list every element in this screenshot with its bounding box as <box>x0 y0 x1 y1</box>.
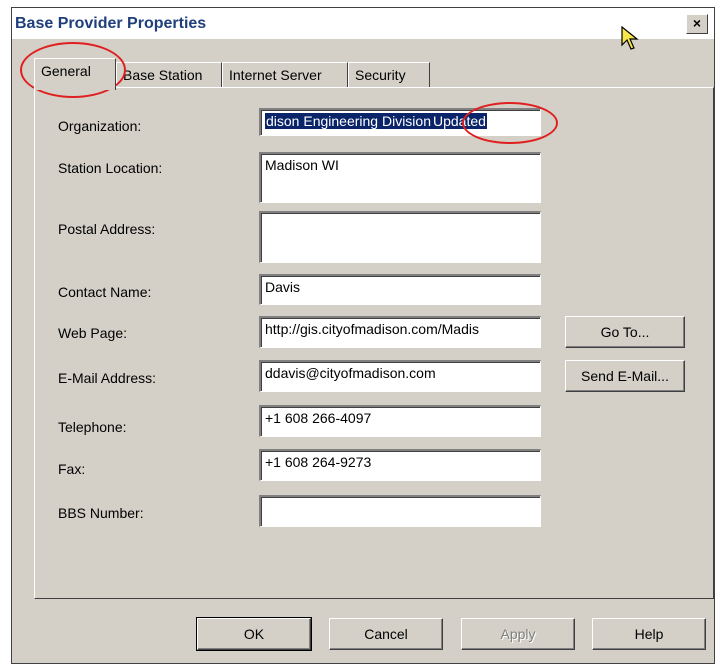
station-location-field[interactable]: Madison WI <box>259 152 541 203</box>
apply-button[interactable]: Apply <box>461 618 575 650</box>
fax-label: Fax: <box>58 461 86 477</box>
email-field[interactable]: ddavis@cityofmadison.com <box>259 360 541 392</box>
bbs-number-field[interactable] <box>259 495 541 527</box>
send-email-button[interactable]: Send E-Mail... <box>565 360 685 392</box>
station-location-label: Station Location: <box>58 160 163 176</box>
mouse-cursor-icon <box>621 26 639 50</box>
contact-name-field[interactable]: Davis <box>259 274 541 305</box>
web-page-label: Web Page: <box>58 325 128 341</box>
telephone-label: Telephone: <box>58 419 127 435</box>
organization-selected-text: Updated <box>432 113 487 129</box>
organization-value-text: dison Engineering Division <box>265 113 432 129</box>
tab-base-station[interactable]: Base Station <box>116 62 222 88</box>
close-button[interactable]: × <box>686 14 708 34</box>
organization-label: Organization: <box>58 118 142 134</box>
tab-internet-server[interactable]: Internet Server <box>222 62 348 88</box>
organization-field[interactable]: dison Engineering Division Updated <box>259 108 541 136</box>
tab-security[interactable]: Security <box>348 62 430 88</box>
tab-general[interactable]: General <box>34 58 116 90</box>
help-button[interactable]: Help <box>592 618 706 650</box>
postal-address-label: Postal Address: <box>58 221 156 237</box>
cancel-button[interactable]: Cancel <box>329 618 443 650</box>
ok-button[interactable]: OK <box>196 617 312 651</box>
fax-field[interactable]: +1 608 264-9273 <box>259 449 541 481</box>
contact-name-label: Contact Name: <box>58 284 152 300</box>
go-to-button[interactable]: Go To... <box>565 316 685 348</box>
postal-address-field[interactable] <box>259 211 541 263</box>
bbs-number-label: BBS Number: <box>58 505 144 521</box>
window-title: Base Provider Properties <box>15 15 207 32</box>
telephone-field[interactable]: +1 608 266-4097 <box>259 405 541 437</box>
properties-dialog: Base Provider Properties × General Base … <box>11 7 715 664</box>
title-bar: Base Provider Properties × <box>12 8 714 39</box>
email-label: E-Mail Address: <box>58 370 157 386</box>
web-page-field[interactable]: http://gis.cityofmadison.com/Madis <box>259 316 541 348</box>
